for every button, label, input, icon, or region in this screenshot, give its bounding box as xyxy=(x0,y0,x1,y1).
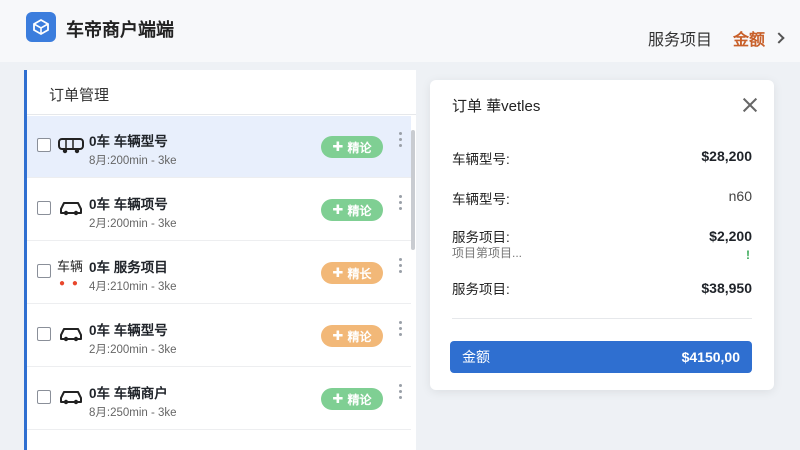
detail-value: $28,200 xyxy=(701,148,752,164)
app-logo-icon[interactable] xyxy=(26,12,56,42)
plus-icon: ✚ xyxy=(332,202,344,217)
car-icon xyxy=(60,202,82,216)
row-checkbox[interactable] xyxy=(37,201,51,215)
action-button[interactable]: ✚ 精长 xyxy=(321,262,383,284)
plus-icon: ✚ xyxy=(332,391,344,406)
order-subtitle: 4月:210min - 3ke xyxy=(89,281,177,293)
action-label: 精论 xyxy=(347,392,372,407)
nav-amount-label: 金额 xyxy=(733,32,766,49)
bus-icon xyxy=(58,138,84,154)
nav-amount[interactable]: 金额 xyxy=(733,26,785,50)
detail-value: $2,200 xyxy=(709,228,752,244)
row-checkbox[interactable] xyxy=(37,138,51,152)
order-title: 0车 车辆型号 xyxy=(89,134,168,149)
more-options-icon[interactable] xyxy=(399,195,403,210)
car-icon xyxy=(60,391,82,405)
close-icon[interactable] xyxy=(742,97,758,113)
order-detail-card: 订单 華vetles 车辆型号: $28,200 车辆型号: n60 服务项目:… xyxy=(430,80,774,390)
detail-label: 服务项目: xyxy=(452,230,510,245)
detail-title: 订单 華vetles xyxy=(452,98,541,115)
nav-services[interactable]: 服务项目 xyxy=(648,26,712,50)
divider xyxy=(452,318,752,319)
detail-label: 车辆型号: xyxy=(452,192,510,207)
car-icon xyxy=(60,328,82,342)
row-checkbox[interactable] xyxy=(37,264,51,278)
order-row[interactable]: 0车 车辆商户 8月:250min - 3ke ✚ 精论 xyxy=(27,368,411,430)
detail-label: 车辆型号: xyxy=(452,152,510,167)
action-label: 精论 xyxy=(347,203,372,218)
action-button[interactable]: ✚ 精论 xyxy=(321,325,383,347)
plus-icon: ✚ xyxy=(332,139,344,154)
order-title: 0车 车辆型号 xyxy=(89,323,168,338)
order-row[interactable]: 0车 车辆项号 2月:200min - 3ke ✚ 精论 xyxy=(27,179,411,241)
app-title: 车帝商户端端 xyxy=(66,20,174,40)
order-title: 0车 服务项目 xyxy=(89,260,168,275)
detail-value: n60 xyxy=(728,188,752,204)
detail-value: $38,950 xyxy=(701,280,752,296)
orders-panel-title: 订单管理 xyxy=(49,87,110,104)
order-title: 0车 车辆项号 xyxy=(89,197,168,212)
orders-panel: 订单管理 0车 车辆型号 8月:200min - 3ke ✚ 精论 0车 车辆项… xyxy=(24,70,416,450)
more-options-icon[interactable] xyxy=(399,384,403,399)
action-button[interactable]: ✚ 精论 xyxy=(321,388,383,410)
more-options-icon[interactable] xyxy=(399,321,403,336)
chevron-right-icon xyxy=(773,32,785,44)
top-bar: 车帝商户端端 服务项目 金额 xyxy=(0,0,800,62)
order-subtitle: 2月:200min - 3ke xyxy=(89,344,177,356)
plus-icon: ✚ xyxy=(332,328,344,343)
order-row[interactable]: 0车 车辆型号 2月:200min - 3ke ✚ 精论 xyxy=(27,305,411,367)
scrollbar[interactable] xyxy=(411,130,415,250)
more-options-icon[interactable] xyxy=(399,132,403,147)
order-subtitle: 8月:250min - 3ke xyxy=(89,407,177,419)
detail-label: 服务项目: xyxy=(452,282,510,297)
total-value: $4150,00 xyxy=(681,349,740,365)
divider xyxy=(27,114,416,115)
more-options-icon[interactable] xyxy=(399,258,403,273)
row-checkbox[interactable] xyxy=(37,327,51,341)
total-amount-button[interactable]: 金额 $4150,00 xyxy=(450,341,752,373)
action-label: 精长 xyxy=(347,266,372,281)
action-button[interactable]: ✚ 精论 xyxy=(321,199,383,221)
order-row[interactable]: 0车 车辆型号 8月:200min - 3ke ✚ 精论 xyxy=(27,116,411,178)
row-checkbox[interactable] xyxy=(37,390,51,404)
order-subtitle: 2月:200min - 3ke xyxy=(89,218,177,230)
action-label: 精论 xyxy=(347,329,372,344)
action-label: 精论 xyxy=(347,140,372,155)
action-button[interactable]: ✚ 精论 xyxy=(321,136,383,158)
order-row[interactable]: 车辆 ● ● 0车 服务项目 4月:210min - 3ke ✚ 精长 xyxy=(27,242,411,304)
detail-sublabel: 项目第项目... xyxy=(452,246,523,260)
status-dots-icon: ● ● xyxy=(59,278,80,289)
order-title: 0车 车辆商户 xyxy=(89,386,168,401)
plus-icon: ✚ xyxy=(332,265,344,280)
total-label: 金额 xyxy=(462,349,490,365)
vehicle-type-label: 车辆 xyxy=(57,259,84,274)
info-mark-icon: ! xyxy=(746,248,750,262)
order-subtitle: 8月:200min - 3ke xyxy=(89,155,177,167)
